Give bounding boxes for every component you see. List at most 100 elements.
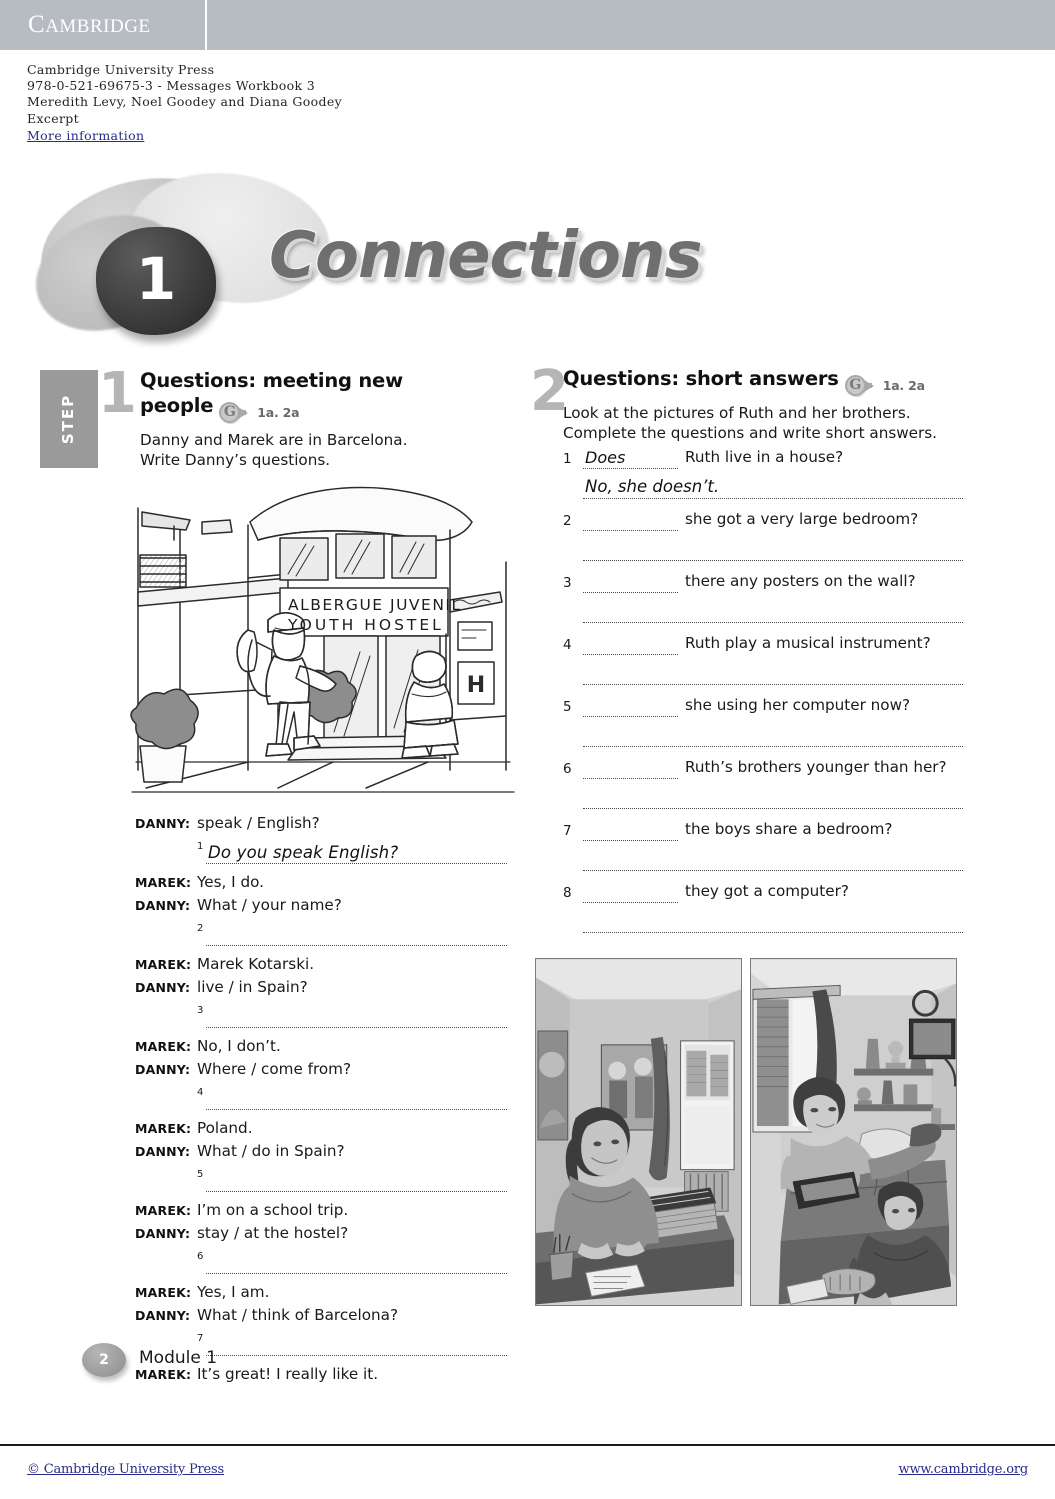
dialogue-text: live / in Spain? <box>197 978 308 996</box>
question-item: 8 they got a computer? <box>563 880 963 942</box>
dialogue-line: DANNY: speak / English? <box>135 812 510 835</box>
dialogue-answer-blank[interactable]: 1 Do you speak English? <box>197 841 507 865</box>
question-gap-blank[interactable] <box>583 468 678 469</box>
module-number-chip: 1 <box>96 227 216 335</box>
answer-blank[interactable] <box>583 684 963 685</box>
answer-index: 6 <box>197 1251 204 1262</box>
dialogue-speaker: DANNY: <box>135 1226 191 1241</box>
photo-ruth-bedroom <box>535 958 742 1306</box>
dialogue-line: DANNY: live / in Spain? <box>135 976 510 999</box>
answer-blank[interactable] <box>583 622 963 623</box>
grammar-reference-badge-2[interactable]: G 1a. 2a <box>844 373 925 398</box>
dialogue-text: Poland. <box>197 1119 253 1137</box>
answer-blank[interactable] <box>583 932 963 933</box>
dialogue-speaker: MAREK: <box>135 1285 192 1300</box>
dialogue-speaker: MAREK: <box>135 875 192 890</box>
answer-rule <box>206 1191 507 1192</box>
module-number: 1 <box>135 245 177 313</box>
dialogue-answer-blank[interactable]: 4 <box>197 1087 507 1111</box>
grammar-reference-text: 1a. 2a <box>257 405 300 420</box>
answer-index: 3 <box>197 1005 204 1016</box>
question-item: 4 Ruth play a musical instrument? <box>563 632 963 694</box>
question-gap-blank[interactable] <box>583 778 678 779</box>
answer-index: 4 <box>197 1087 204 1098</box>
dialogue-speaker: DANNY: <box>135 980 191 995</box>
answer-blank[interactable] <box>583 498 963 499</box>
dialogue-text: It’s great! I really like it. <box>197 1365 379 1383</box>
exercise-2-heading: Questions: short answers G 1a. 2a Look at … <box>563 366 983 443</box>
dialogue-speaker: DANNY: <box>135 1144 191 1159</box>
question-gap-blank[interactable] <box>583 716 678 717</box>
citation-line-3: Meredith Levy, Noel Goodey and Diana Goo… <box>27 94 343 110</box>
question-number: 6 <box>563 761 572 777</box>
answer-blank[interactable] <box>583 870 963 871</box>
question-gap-handwriting: Does <box>585 448 629 467</box>
handwritten-answer: Do you speak English? <box>208 843 402 862</box>
answer-blank[interactable] <box>583 808 963 809</box>
grammar-g-icon: G <box>219 402 241 423</box>
question-gap-blank[interactable] <box>583 840 678 841</box>
question-gap-blank[interactable] <box>583 592 678 593</box>
answer-handwriting: No, she doesn’t. <box>585 477 724 496</box>
page-number: 2 <box>99 1352 109 1368</box>
dialogue-line: MAREK: Poland. <box>135 1117 510 1140</box>
ruth-and-brothers-photos <box>535 958 960 1306</box>
arrow-right-icon <box>238 406 249 419</box>
answer-index: 1 <box>197 841 204 852</box>
question-number: 1 <box>563 451 572 467</box>
answer-index: 2 <box>197 923 204 934</box>
exercise-1-number: 1 <box>98 361 137 426</box>
short-answer-question-list: 1 Does Ruth live in a house? No, she doesn’… <box>563 446 963 942</box>
website-link[interactable]: www.cambridge.org <box>899 1462 1029 1477</box>
answer-rule <box>206 1355 507 1356</box>
question-text: they got a computer? <box>685 882 849 900</box>
dialogue-speaker: MAREK: <box>135 1039 192 1054</box>
question-gap-blank[interactable] <box>583 902 678 903</box>
exercise-1-instruction-line-1: Danny and Marek are in Barcelona. <box>140 431 408 449</box>
cambridge-logo: CAMBRIDGE <box>28 11 151 39</box>
dialogue-speaker: MAREK: <box>135 1203 192 1218</box>
more-information-link[interactable]: More information <box>27 128 144 144</box>
question-gap-blank[interactable] <box>583 530 678 531</box>
question-text: Ruth play a musical instrument? <box>685 634 931 652</box>
question-item: 3 there any posters on the wall? <box>563 570 963 632</box>
grammar-reference-badge[interactable]: G 1a. 2a <box>219 400 300 425</box>
dialogue-text: What / think of Barcelona? <box>197 1306 399 1324</box>
dialogue-answer-blank[interactable]: 3 <box>197 1005 507 1029</box>
module-title: Connections <box>268 218 704 294</box>
question-item: 2 she got a very large bedroom? <box>563 508 963 570</box>
dialogue-answer-blank[interactable]: 6 <box>197 1251 507 1275</box>
question-gap-blank[interactable] <box>583 654 678 655</box>
copyright-link[interactable]: © Cambridge University Press <box>27 1462 224 1477</box>
question-number: 3 <box>563 575 572 591</box>
question-number: 7 <box>563 823 572 839</box>
step-tab-label: STEP <box>59 393 77 445</box>
dialogue-text: speak / English? <box>197 814 320 832</box>
citation-line-1: Cambridge University Press <box>27 62 215 77</box>
question-number: 2 <box>563 513 572 529</box>
dialogue-text: Yes, I am. <box>197 1283 270 1301</box>
arrow-right-icon-2 <box>863 379 874 392</box>
question-text: there any posters on the wall? <box>685 572 916 590</box>
question-item: 6 Ruth’s brothers younger than her? <box>563 756 963 818</box>
dialogue-answer-blank[interactable]: 7 <box>197 1333 507 1357</box>
answer-blank[interactable] <box>583 746 963 747</box>
page-number-chip: 2 <box>82 1343 126 1377</box>
exercise-2-title-text: Questions: short answers <box>563 367 839 390</box>
dialogue-text: What / do in Spain? <box>197 1142 345 1160</box>
answer-blank[interactable] <box>583 560 963 561</box>
answer-index: 7 <box>197 1333 204 1344</box>
dialogue-answer-blank[interactable]: 5 <box>197 1169 507 1193</box>
dialogue-speaker: MAREK: <box>135 957 192 972</box>
question-text: the boys share a bedroom? <box>685 820 893 838</box>
dialogue-answer-blank[interactable]: 2 <box>197 923 507 947</box>
dialogue-line: DANNY: What / do in Spain? <box>135 1140 510 1163</box>
dialogue-text: Where / come from? <box>197 1060 352 1078</box>
grammar-g-icon-2: G <box>844 375 866 396</box>
top-banner-bar <box>0 0 1055 50</box>
question-text: Ruth live in a house? <box>685 448 844 466</box>
answer-rule <box>206 1273 507 1274</box>
exercise-1-title: Questions: meeting new people G 1a. 2a <box>140 368 440 425</box>
citation-block: Cambridge University Press 978-0-521-696… <box>27 62 647 144</box>
photo-brothers-bedroom <box>750 958 957 1306</box>
